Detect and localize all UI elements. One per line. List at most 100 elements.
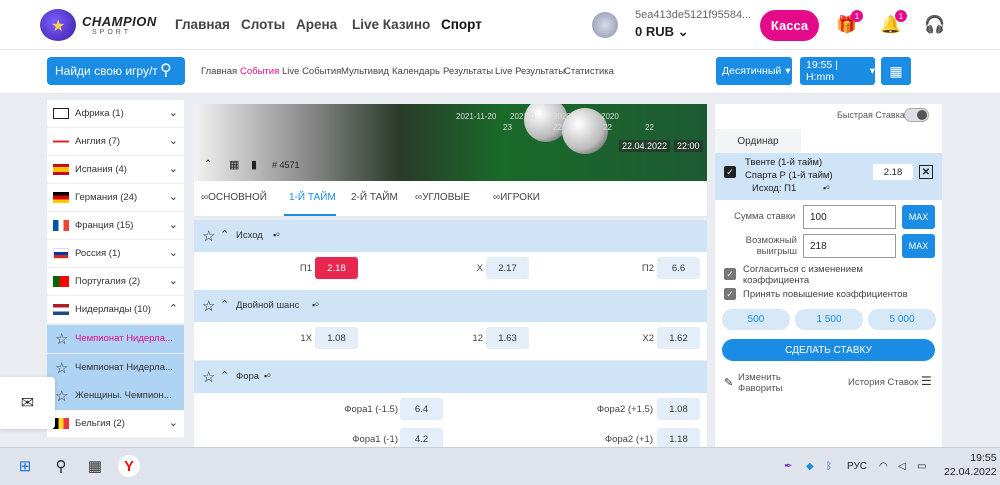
cashier-button[interactable]: Касса [760,10,819,41]
selection-odd: 2.18 [873,164,913,180]
tab-second-half[interactable]: 2-Й ТАЙМ [351,192,398,203]
quick-stake-button[interactable]: 1 500 [795,309,863,330]
search-icon[interactable]: ⚲ [50,455,72,477]
tab-main[interactable]: ∞ОСНОВНОЙ [201,192,267,203]
clock[interactable]: 19:55 22.04.2022 [944,451,997,479]
odd-label: Фора2 (+1) [604,434,653,445]
country-england[interactable]: Англия (7) ⌄ [47,128,184,156]
balance[interactable]: 0 RUB ⌄ [635,24,689,40]
agree-checkbox[interactable]: ✓ [724,268,736,280]
country-russia[interactable]: Россия (1) ⌄ [47,240,184,268]
country-netherlands[interactable]: Нидерланды (10) ⌃ [47,296,184,324]
nav-home[interactable]: Главная [175,17,230,32]
edit-favorites[interactable]: Изменить Фавориты [738,372,783,394]
feather-icon[interactable]: ✒ [784,461,792,472]
market-title: Исход [236,230,263,241]
bet-history-link[interactable]: История Ставок [848,377,918,388]
odd-button[interactable]: 2.17 [486,257,529,279]
country-belgium[interactable]: Бельгия (2) ⌄ [47,410,184,438]
odd-button[interactable]: 6.4 [400,398,443,420]
make-bet-button[interactable]: СДЕЛАТЬ СТАВКУ [722,339,935,361]
subnav-calendar[interactable]: Календарь [392,66,440,77]
odd-button[interactable]: 6.6 [657,257,700,279]
nav-arena[interactable]: Арена [296,17,337,32]
market-header[interactable]: ☆ ⌃ Исход ▪ᵒ [194,220,707,252]
odd-button[interactable]: 1.63 [486,327,529,349]
battery-icon[interactable]: ▭ [917,461,926,472]
subnav-results[interactable]: Результаты [443,66,493,77]
chevron-up-icon[interactable]: ⌃ [220,369,229,382]
language-indicator[interactable]: РУС [847,461,867,472]
tab-first-half[interactable]: 1-Й ТАЙМ [289,192,336,203]
subnav-statistics[interactable]: Статистика [564,66,614,77]
odd-button[interactable]: 1.62 [657,327,700,349]
subnav-live-events[interactable]: Live События [282,66,341,77]
time-format-select[interactable]: 19:55 | H:mm ▾ [800,57,875,85]
star-icon[interactable]: ☆ [202,368,215,386]
tab-single[interactable]: Ординар [715,129,801,153]
country-france[interactable]: Франция (15) ⌄ [47,212,184,240]
quick-stake-button[interactable]: 500 [722,309,790,330]
odd-button[interactable]: 2.18 [315,257,358,279]
odd-label: X [476,263,483,274]
chevron-up-icon[interactable]: ⌃ [220,298,229,311]
speaker-icon[interactable]: ◁ [898,461,906,472]
country-africa[interactable]: Африка (1) ⌄ [47,100,184,128]
country-spain[interactable]: Испания (4) ⌄ [47,156,184,184]
quick-stake-button[interactable]: 5 000 [868,309,936,330]
nav-sport[interactable]: Спорт [441,17,482,32]
odd-label: П1 [299,263,312,274]
league-item[interactable]: ☆ Чемпионат Нидерла... [47,325,184,353]
headset-icon[interactable]: 🎧 [924,14,946,36]
subnav-home[interactable]: Главная [201,66,237,77]
shield-icon[interactable]: ◆ [806,461,814,472]
star-icon[interactable]: ☆ [55,330,68,348]
menu-icon[interactable]: ☰ [921,374,932,388]
star-icon[interactable]: ☆ [55,387,68,405]
close-icon[interactable]: ✕ [919,165,933,179]
wifi-icon[interactable]: ◠ [879,461,888,472]
country-label: Франция (15) [75,220,134,231]
avatar[interactable] [592,12,618,38]
calculator-icon[interactable]: ▦ [881,57,911,85]
edit-icon[interactable]: ✎ [724,376,733,389]
tab-players[interactable]: ∞ИГРОКИ [493,192,540,203]
market-header[interactable]: ☆ ⌃ Фора ▪ᵒ [194,361,707,393]
bluetooth-icon[interactable]: ᛒ [826,461,832,472]
max-button[interactable]: MAX [902,205,935,229]
stats-icon[interactable]: ▮ [251,158,257,171]
star-icon[interactable]: ☆ [55,359,68,377]
league-item[interactable]: ☆ Чемпионат Нидерла... [47,354,184,382]
odd-button[interactable]: 1.08 [315,327,358,349]
tab-corners[interactable]: ∞УГЛОВЫЕ [415,192,470,203]
search-icon[interactable]: ⚲ [160,60,172,80]
collapse-icon[interactable]: ⌃ [204,159,212,170]
star-icon[interactable]: ☆ [202,227,215,245]
odd-button[interactable]: 1.08 [657,398,700,420]
country-portugal[interactable]: Португалия (2) ⌄ [47,268,184,296]
quick-bet-toggle[interactable] [904,108,929,122]
selection-checkbox[interactable]: ✓ [724,166,736,178]
yandex-browser-icon[interactable]: Y [118,455,140,477]
grid-icon[interactable]: ▦ [229,158,239,171]
subnav-multiview[interactable]: Мультивид [341,66,389,77]
accept-checkbox[interactable]: ✓ [724,288,736,300]
odds-format-select[interactable]: Десятичный ▾ [716,57,792,85]
chevron-up-icon[interactable]: ⌃ [220,228,229,241]
fav-line: Изменить [738,372,781,383]
country-label: Африка (1) [75,108,124,119]
country-label: Португалия (2) [75,276,141,287]
windows-start-icon[interactable]: ⊞ [14,455,36,477]
nav-slots[interactable]: Слоты [241,17,285,32]
mail-icon[interactable]: ✉ [0,377,55,429]
league-item[interactable]: ☆ Женщины. Чемпион... [47,382,184,410]
nav-live-casino[interactable]: Live Казино [352,17,430,32]
calculator-app-icon[interactable]: ▦ [84,455,106,477]
market-header[interactable]: ☆ ⌃ Двойной шанс ▪ᵒ [194,290,707,322]
subnav-live-results[interactable]: Live Результаты [495,66,565,77]
subnav-events[interactable]: События [240,66,279,77]
country-germany[interactable]: Германия (24) ⌄ [47,184,184,212]
max-button[interactable]: MAX [902,234,935,258]
stake-input[interactable]: 100 [803,205,896,229]
star-icon[interactable]: ☆ [202,297,215,315]
